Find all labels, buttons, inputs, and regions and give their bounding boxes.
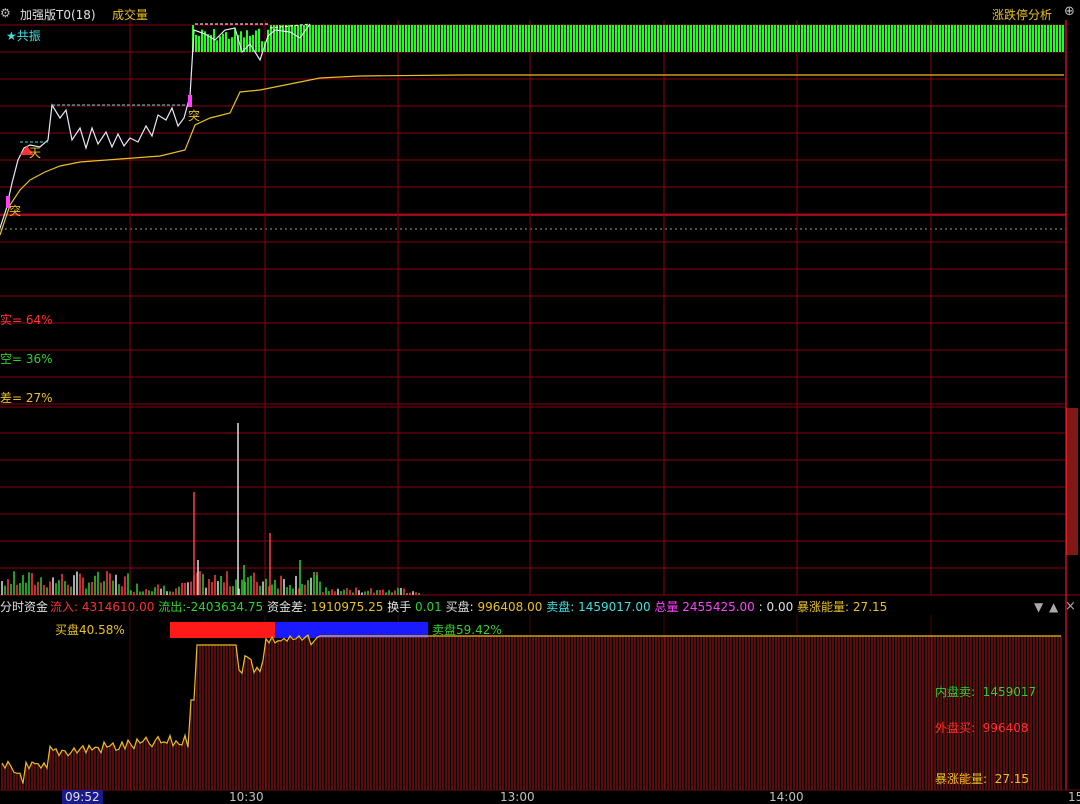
time-label-1030: 10:30	[229, 790, 264, 804]
outer-buy-value: 996408	[982, 721, 1029, 735]
diff-value: 1910975.25	[310, 600, 384, 614]
turnover-value: 0.01	[415, 600, 442, 614]
buy-label: 买盘:	[445, 600, 474, 614]
outflow-label: 流出:	[158, 600, 187, 614]
stat-kong: 空= 36%	[0, 352, 53, 366]
average-price-line	[0, 74, 1064, 236]
extra-value: : 0.00	[758, 600, 794, 614]
limit-analysis-button[interactable]: 涨跌停分析	[992, 6, 1052, 23]
time-label-1400: 14:00	[769, 790, 804, 804]
surge-energy-value: 27.15	[994, 772, 1030, 786]
inflow-value: 4314610.00	[81, 600, 155, 614]
plus-circle-icon[interactable]: ⊕	[1064, 4, 1075, 19]
turnover-label: 换手	[387, 600, 412, 614]
buy-ratio-bar	[170, 622, 275, 638]
panel-collapse-icon[interactable]: ▼	[1034, 600, 1043, 614]
time-label-1500: 15	[1068, 790, 1080, 804]
inflow-label: 流入:	[50, 600, 79, 614]
total-value: 2455425.00	[682, 600, 755, 614]
sell-ratio-label: 卖盘59.42%	[432, 623, 502, 637]
indicator-title[interactable]: 加强版T0(18)	[20, 6, 96, 23]
buy-value: 996408.00	[477, 600, 543, 614]
breakout-marker-1: 突	[9, 204, 22, 218]
stat-cha: 差= 27%	[0, 391, 53, 405]
outer-buy-stat: 外盘买: 996408	[935, 721, 1029, 735]
outflow-value: -2403634.75	[186, 600, 264, 614]
resonance-legend: ★共振	[6, 29, 41, 43]
intraday-chart-canvas[interactable]	[0, 0, 1080, 803]
panel-expand-icon[interactable]: ▲	[1049, 600, 1058, 614]
tianlian-marker: 天	[29, 146, 42, 160]
time-label-1300: 13:00	[500, 790, 535, 804]
panel-close-icon[interactable]: ×	[1065, 599, 1076, 614]
total-label: 总量	[654, 600, 679, 614]
fund-stats-row: 流入: 4314610.00 流出:-2403634.75 资金差: 19109…	[50, 600, 887, 614]
fund-panel-title[interactable]: 分时资金	[0, 600, 48, 614]
price-line	[0, 23, 311, 229]
surge-energy-stat: 暴涨能量: 27.15	[935, 772, 1029, 786]
chart-settings-icon[interactable]: ⚙	[0, 6, 11, 20]
inner-sell-stat: 内盘卖: 1459017	[935, 685, 1036, 699]
surge-energy-label: 暴涨能量:	[935, 772, 988, 786]
volume-label[interactable]: 成交量	[112, 6, 148, 23]
diff-label: 资金差:	[266, 600, 308, 614]
current-time-badge: 09:52	[62, 790, 103, 804]
outer-buy-label: 外盘买:	[935, 721, 976, 735]
sell-label: 卖盘:	[546, 600, 575, 614]
inner-sell-value: 1459017	[982, 685, 1037, 699]
stat-shi: 实= 64%	[0, 313, 53, 327]
buy-ratio-label: 买盘40.58%	[55, 623, 125, 637]
inner-sell-label: 内盘卖:	[935, 685, 976, 699]
breakout-candle-mark	[188, 95, 192, 107]
sell-value: 1459017.00	[578, 600, 651, 614]
breakout-marker-2: 突	[188, 109, 201, 123]
surge-label: 暴涨能量:	[797, 600, 850, 614]
surge-value: 27.15	[852, 600, 888, 614]
